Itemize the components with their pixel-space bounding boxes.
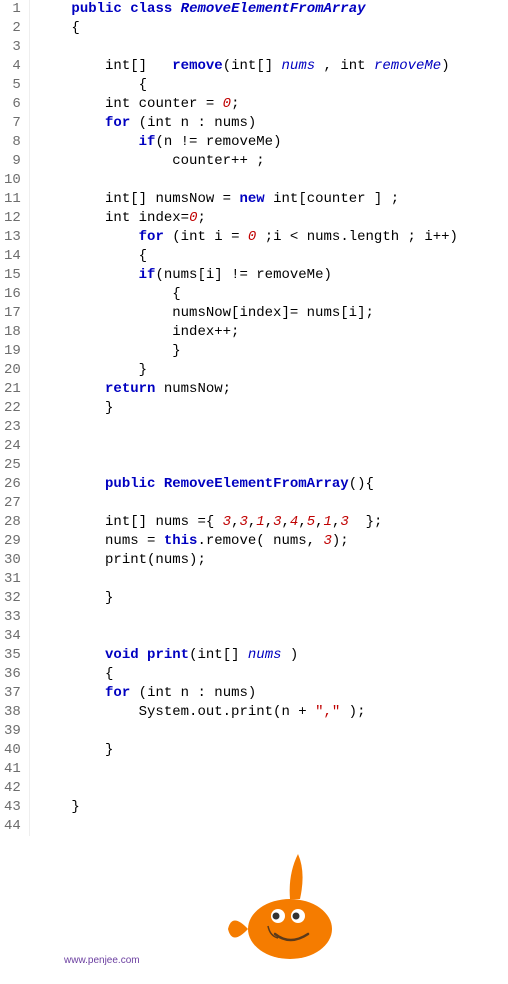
code-line — [38, 570, 458, 589]
code-line: for (int n : nums) — [38, 684, 458, 703]
line-number: 18 — [4, 323, 21, 342]
line-number: 1 — [4, 0, 21, 19]
code-line — [38, 437, 458, 456]
line-number: 2 — [4, 19, 21, 38]
code-line: { — [38, 247, 458, 266]
line-number: 40 — [4, 741, 21, 760]
line-number: 6 — [4, 95, 21, 114]
line-number: 10 — [4, 171, 21, 190]
line-number: 16 — [4, 285, 21, 304]
line-number: 23 — [4, 418, 21, 437]
code-line — [38, 722, 458, 741]
line-number: 29 — [4, 532, 21, 551]
line-number: 44 — [4, 817, 21, 836]
code-line: nums = this.remove( nums, 3); — [38, 532, 458, 551]
code-line: if(nums[i] != removeMe) — [38, 266, 458, 285]
line-number: 20 — [4, 361, 21, 380]
code-line: int index=0; — [38, 209, 458, 228]
code-line — [38, 38, 458, 57]
line-number: 43 — [4, 798, 21, 817]
code-line — [38, 760, 458, 779]
code-line: numsNow[index]= nums[i]; — [38, 304, 458, 323]
code-line: void print(int[] nums ) — [38, 646, 458, 665]
line-number: 22 — [4, 399, 21, 418]
line-number: 21 — [4, 380, 21, 399]
line-number: 15 — [4, 266, 21, 285]
code-line: } — [38, 361, 458, 380]
line-number: 32 — [4, 589, 21, 608]
line-number: 11 — [4, 190, 21, 209]
code-editor: 1234567891011121314151617181920212223242… — [0, 0, 508, 836]
code-line: } — [38, 798, 458, 817]
code-line — [38, 418, 458, 437]
line-number: 9 — [4, 152, 21, 171]
code-line: counter++ ; — [38, 152, 458, 171]
code-line — [38, 779, 458, 798]
code-line: if(n != removeMe) — [38, 133, 458, 152]
line-number-gutter: 1234567891011121314151617181920212223242… — [0, 0, 30, 836]
line-number: 34 — [4, 627, 21, 646]
line-number: 25 — [4, 456, 21, 475]
line-number: 41 — [4, 760, 21, 779]
code-line — [38, 494, 458, 513]
code-content: public class RemoveElementFromArray { in… — [30, 0, 458, 836]
line-number: 5 — [4, 76, 21, 95]
code-line: int[] numsNow = new int[counter ] ; — [38, 190, 458, 209]
line-number: 13 — [4, 228, 21, 247]
line-number: 28 — [4, 513, 21, 532]
code-line: print(nums); — [38, 551, 458, 570]
line-number: 27 — [4, 494, 21, 513]
code-line: for (int n : nums) — [38, 114, 458, 133]
footer-url: www.penjee.com — [64, 955, 140, 966]
line-number: 39 — [4, 722, 21, 741]
code-line: { — [38, 76, 458, 95]
line-number: 31 — [4, 570, 21, 589]
code-line: } — [38, 589, 458, 608]
fish-logo-icon — [220, 834, 360, 974]
code-line — [38, 171, 458, 190]
line-number: 17 — [4, 304, 21, 323]
line-number: 24 — [4, 437, 21, 456]
code-line: int counter = 0; — [38, 95, 458, 114]
line-number: 38 — [4, 703, 21, 722]
code-line — [38, 627, 458, 646]
code-line: System.out.print(n + "," ); — [38, 703, 458, 722]
line-number: 7 — [4, 114, 21, 133]
line-number: 19 — [4, 342, 21, 361]
code-line: { — [38, 285, 458, 304]
code-line: public class RemoveElementFromArray — [38, 0, 458, 19]
line-number: 37 — [4, 684, 21, 703]
code-line: } — [38, 741, 458, 760]
line-number: 33 — [4, 608, 21, 627]
line-number: 42 — [4, 779, 21, 798]
code-line: } — [38, 342, 458, 361]
line-number: 36 — [4, 665, 21, 684]
line-number: 35 — [4, 646, 21, 665]
code-line: public RemoveElementFromArray(){ — [38, 475, 458, 494]
line-number: 8 — [4, 133, 21, 152]
code-line: for (int i = 0 ;i < nums.length ; i++) — [38, 228, 458, 247]
code-line: int[] nums ={ 3,3,1,3,4,5,1,3 }; — [38, 513, 458, 532]
code-line: index++; — [38, 323, 458, 342]
code-line — [38, 456, 458, 475]
line-number: 26 — [4, 475, 21, 494]
code-line: } — [38, 399, 458, 418]
line-number: 3 — [4, 38, 21, 57]
code-line: { — [38, 665, 458, 684]
line-number: 12 — [4, 209, 21, 228]
code-line — [38, 608, 458, 627]
code-line: return numsNow; — [38, 380, 458, 399]
code-line: int[] remove(int[] nums , int removeMe) — [38, 57, 458, 76]
line-number: 30 — [4, 551, 21, 570]
line-number: 14 — [4, 247, 21, 266]
code-line: { — [38, 19, 458, 38]
line-number: 4 — [4, 57, 21, 76]
